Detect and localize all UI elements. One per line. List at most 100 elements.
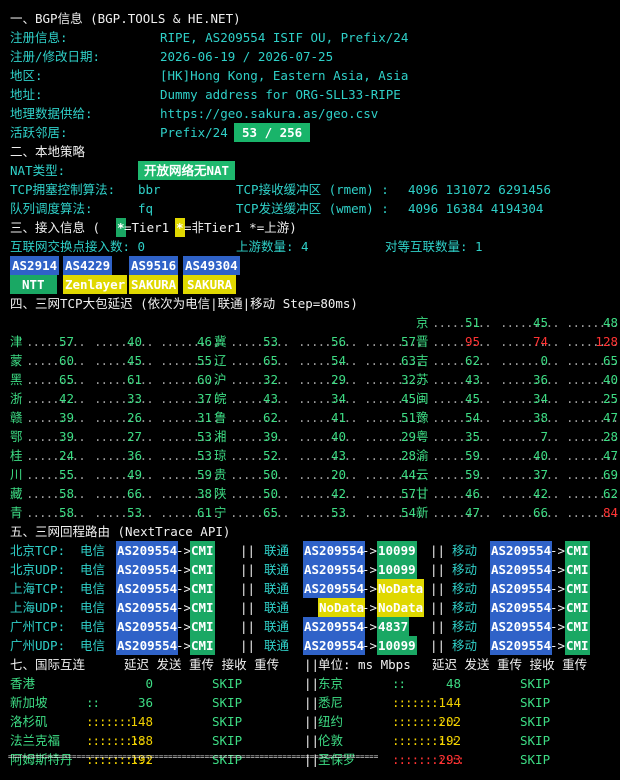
as-row: AS2914 AS4229 AS9516 AS49304 bbox=[0, 256, 620, 275]
latency-value: 46 bbox=[464, 486, 480, 501]
latency-value: 66 bbox=[126, 486, 142, 501]
leader-dots: ......... bbox=[94, 429, 154, 444]
latency-value: 61 bbox=[196, 505, 212, 520]
latency-value: 40 bbox=[532, 448, 548, 463]
route-arrow: -> bbox=[176, 600, 192, 615]
route-as-badge: AS209554 bbox=[490, 617, 553, 636]
latency-value: 28 bbox=[602, 429, 618, 444]
latency-value: 66 bbox=[532, 505, 548, 520]
latency-value: 57 bbox=[400, 486, 416, 501]
latency-value: 48 bbox=[445, 676, 461, 691]
nat-type-badge: 开放网络无NAT bbox=[138, 161, 236, 180]
tcp-cc-row: TCP拥塞控制算法: bbr TCP接收缓冲区 (rmem) : 4096 13107… bbox=[0, 180, 620, 199]
bgp-header: 一、BGP信息 (BGP.TOOLS & HE.NET) bbox=[0, 9, 620, 28]
leader-dots: ......... bbox=[26, 391, 86, 406]
latency-value: 38 bbox=[196, 486, 212, 501]
carrier-label: 移动 bbox=[452, 543, 478, 558]
field-label: 地理数据供给: bbox=[10, 106, 93, 121]
latency-value: 53 bbox=[196, 429, 212, 444]
carrier-label: 联通 bbox=[264, 562, 290, 577]
upstream-name-badge: SAKURA bbox=[183, 275, 237, 294]
latency-value: 45 bbox=[464, 391, 480, 406]
latency-value: 58 bbox=[58, 486, 74, 501]
leader-dots: ......... bbox=[94, 353, 154, 368]
leader-dots: ......... bbox=[94, 448, 154, 463]
leader-dots: ......... bbox=[500, 448, 560, 463]
route-arrow: -> bbox=[550, 562, 566, 577]
leader-dots: ......... bbox=[432, 429, 492, 444]
latency-value: 43 bbox=[464, 372, 480, 387]
bgp-row: 地区: [HK]Hong Kong, Eastern Asia, Asia bbox=[0, 66, 620, 85]
route-as-badge: AS209554 bbox=[490, 541, 553, 560]
route-destination-badge: CMI bbox=[565, 598, 590, 617]
carrier-label: 电信 bbox=[80, 581, 106, 596]
send-status: SKIP bbox=[212, 714, 243, 729]
route-label: 广州TCP: bbox=[10, 619, 66, 634]
route-destination-badge: 4837 bbox=[377, 617, 410, 636]
city-label: 洛杉矶 bbox=[10, 714, 48, 729]
route-label: 广州UDP: bbox=[10, 638, 66, 653]
province-label: 辽 bbox=[214, 353, 227, 368]
route-row: 上海TCP: 电信 AS209554 -> CMI || 联通 AS209554 -> NoDat… bbox=[0, 579, 620, 598]
latency-value: 51 bbox=[464, 315, 480, 330]
send-status: SKIP bbox=[212, 695, 243, 710]
field-label: NAT类型: bbox=[10, 163, 66, 178]
separator: || bbox=[430, 581, 446, 596]
separator: || bbox=[240, 619, 256, 634]
latency-value: 34 bbox=[532, 391, 548, 406]
field-label: 队列调度算法: bbox=[10, 201, 93, 216]
field-label: 地址: bbox=[10, 87, 43, 102]
bgp-row: 地址: Dummy address for ORG-SLL33-RIPE bbox=[0, 85, 620, 104]
field-value: 4096 131072 6291456 bbox=[408, 182, 551, 197]
route-destination-badge: CMI bbox=[190, 579, 215, 598]
route-as-badge: NoData bbox=[318, 598, 366, 617]
latency-value: 42 bbox=[58, 391, 74, 406]
latency-value: 69 bbox=[602, 467, 618, 482]
province-label: 甘 bbox=[416, 486, 429, 501]
latency-value: 39 bbox=[262, 429, 278, 444]
local-header: 二、本地策略 bbox=[0, 142, 620, 161]
latency-value: 95 bbox=[464, 334, 480, 349]
leader-dots: ......... bbox=[432, 486, 492, 501]
latency-row: 津........................... 57 40 46 冀.....… bbox=[0, 332, 620, 351]
leader-dots: ......... bbox=[230, 372, 290, 387]
latency-row: 蒙........................... 60 45 55 辽.....… bbox=[0, 351, 620, 370]
leader-dots: ......... bbox=[432, 315, 492, 330]
latency-value: 38 bbox=[532, 410, 548, 425]
as-number-badge: AS2914 bbox=[10, 256, 60, 275]
carrier-label: 移动 bbox=[452, 600, 478, 615]
province-label: 云 bbox=[416, 467, 429, 482]
province-label: 皖 bbox=[214, 391, 227, 406]
route-destination-badge: CMI bbox=[565, 560, 590, 579]
latency-row: 鄂........................... 39 27 53 湘.....… bbox=[0, 427, 620, 446]
leader-dots: ......... bbox=[230, 334, 290, 349]
route-row: 上海UDP: 电信 AS209554 -> CMI || 联通 NoData -> NoData |… bbox=[0, 598, 620, 617]
leader-dots: ......... bbox=[500, 372, 560, 387]
separator: || bbox=[304, 714, 320, 729]
latency-value: 144 bbox=[438, 695, 461, 710]
latency-value: 7 bbox=[540, 429, 548, 444]
province-label: 沪 bbox=[214, 372, 227, 387]
city-label: 法兰克福 bbox=[10, 733, 61, 748]
latency-value: 53 bbox=[262, 334, 278, 349]
latency-value: 49 bbox=[126, 467, 142, 482]
province-label: 青 bbox=[10, 505, 23, 520]
leader-dots: ......... bbox=[432, 410, 492, 425]
latency-value: 39 bbox=[58, 429, 74, 444]
route-destination-badge: NoData bbox=[377, 598, 425, 617]
leader-dots: ......... bbox=[298, 353, 358, 368]
latency-value: 0 bbox=[540, 353, 548, 368]
leader-dots: ......... bbox=[432, 505, 492, 520]
as-number-badge: AS49304 bbox=[183, 256, 240, 275]
separator: || bbox=[430, 638, 446, 653]
route-destination-badge: CMI bbox=[190, 636, 215, 655]
send-status: SKIP bbox=[520, 714, 551, 729]
bgp-row: 地理数据供给: https://geo.sakura.as/geo.csv bbox=[0, 104, 620, 123]
latency-value: 202 bbox=[438, 714, 461, 729]
province-label: 鄂 bbox=[10, 429, 23, 444]
field-label: 活跃邻居: bbox=[10, 125, 68, 140]
upstream-name-badge: SAKURA bbox=[129, 275, 179, 294]
route-destination-badge: 10099 bbox=[377, 541, 417, 560]
route-row: 广州UDP: 电信 AS209554 -> CMI || 联通 AS209554 -> 10099… bbox=[0, 636, 620, 655]
latency-bar: :: bbox=[86, 695, 100, 710]
